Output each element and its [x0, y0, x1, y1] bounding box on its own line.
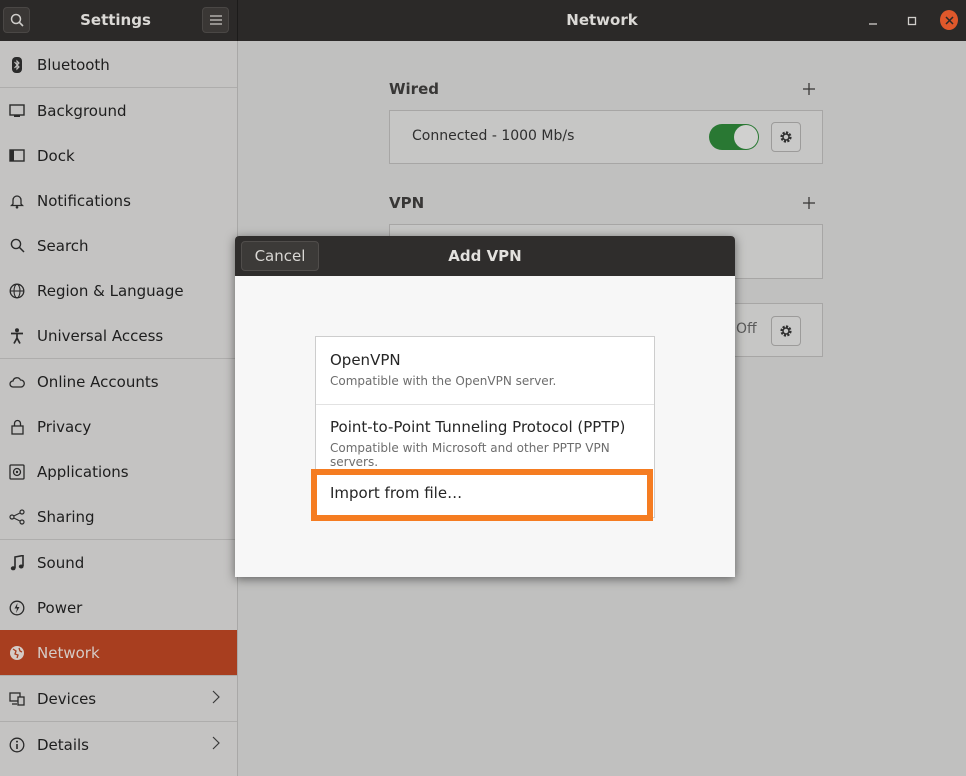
wired-status-text: Connected - 1000 Mb/s [412, 128, 575, 144]
add-wired-button[interactable] [803, 78, 815, 98]
search-icon [9, 238, 25, 254]
sidebar-item-details[interactable]: Details [0, 722, 237, 767]
chevron-right-icon [212, 690, 220, 704]
proxy-settings-button[interactable] [771, 316, 801, 346]
gear-icon [780, 131, 792, 143]
sidebar-item-label: Details [37, 735, 90, 754]
sidebar-header: Settings [0, 0, 238, 41]
sidebar-item-region-language[interactable]: Region & Language [0, 268, 237, 313]
cancel-button[interactable]: Cancel [241, 241, 319, 271]
title-bar: Settings Network [0, 0, 966, 41]
vpn-option-import-from-file[interactable]: Import from file… [311, 469, 653, 521]
maximize-button[interactable] [903, 12, 921, 30]
app-title: Settings [80, 11, 151, 29]
vpn-option-openvpn[interactable]: OpenVPN Compatible with the OpenVPN serv… [316, 337, 654, 404]
sidebar-item-universal-access[interactable]: Universal Access [0, 313, 237, 358]
wired-settings-button[interactable] [771, 122, 801, 152]
chevron-right-icon [212, 736, 220, 750]
close-button[interactable] [940, 10, 958, 30]
accessibility-icon [9, 327, 25, 344]
hamburger-icon [209, 15, 222, 25]
sidebar-item-label: Online Accounts [37, 372, 159, 391]
applications-icon [9, 463, 25, 480]
music-note-icon [9, 554, 25, 571]
sidebar-item-label: Sound [37, 553, 85, 572]
sidebar-item-label: Notifications [37, 191, 131, 210]
sidebar-item-notifications[interactable]: Notifications [0, 178, 237, 223]
dock-icon [9, 148, 25, 164]
option-subtitle: Compatible with the OpenVPN server. [330, 374, 557, 388]
bell-icon [9, 193, 25, 209]
wired-toggle[interactable] [709, 124, 759, 150]
close-icon [944, 15, 954, 25]
sidebar-item-label: Sharing [37, 507, 95, 526]
sidebar-item-label: Region & Language [37, 281, 184, 300]
sidebar-item-sharing[interactable]: Sharing [0, 494, 237, 539]
minimize-icon [869, 23, 877, 25]
sidebar-item-power[interactable]: Power [0, 585, 237, 630]
option-title: Import from file… [330, 484, 463, 502]
sidebar-item-label: Power [37, 598, 83, 617]
panel-title: Network [566, 11, 638, 29]
add-vpn-button[interactable] [803, 192, 815, 212]
sidebar-item-applications[interactable]: Applications [0, 449, 237, 494]
sidebar-item-label: Privacy [37, 417, 92, 436]
sidebar-item-label: Universal Access [37, 326, 164, 345]
minimize-button[interactable] [864, 12, 882, 30]
bluetooth-icon [9, 56, 25, 73]
lock-icon [9, 419, 25, 435]
option-title: OpenVPN [330, 351, 401, 369]
sidebar-item-search[interactable]: Search [0, 223, 237, 268]
sidebar-item-bluetooth[interactable]: Bluetooth [0, 42, 237, 87]
wired-connection-card: Connected - 1000 Mb/s [389, 110, 823, 164]
share-icon [9, 508, 25, 525]
proxy-status-text: Off [736, 321, 757, 337]
option-title: Point-to-Point Tunneling Protocol (PPTP) [330, 418, 626, 436]
option-subtitle: Compatible with Microsoft and other PPTP… [330, 441, 610, 469]
vpn-option-pptp[interactable]: Point-to-Point Tunneling Protocol (PPTP)… [316, 405, 654, 470]
cloud-icon [9, 374, 25, 390]
sidebar-item-label: Search [37, 236, 89, 255]
sidebar-item-network[interactable]: Network [0, 630, 237, 675]
menu-button[interactable] [202, 7, 229, 33]
dialog-header: Add VPN Cancel [235, 236, 735, 276]
plus-icon [803, 197, 815, 209]
background-icon [9, 103, 25, 119]
devices-icon [9, 691, 25, 707]
sidebar-item-sound[interactable]: Sound [0, 540, 237, 585]
power-icon [9, 600, 25, 616]
sidebar: Bluetooth Background Dock Notifications … [0, 41, 238, 776]
sidebar-item-background[interactable]: Background [0, 88, 237, 133]
sidebar-item-dock[interactable]: Dock [0, 133, 237, 178]
sidebar-item-online-accounts[interactable]: Online Accounts [0, 359, 237, 404]
sidebar-item-label: Background [37, 101, 127, 120]
globe-icon [9, 283, 25, 299]
network-icon [9, 645, 25, 661]
sidebar-item-label: Bluetooth [37, 55, 110, 74]
wired-section-title: Wired [389, 80, 439, 98]
sidebar-item-label: Dock [37, 146, 75, 165]
sidebar-item-label: Applications [37, 462, 129, 481]
maximize-icon [907, 16, 917, 26]
toggle-knob [734, 125, 758, 149]
sidebar-item-label: Devices [37, 689, 97, 708]
gear-icon [780, 325, 792, 337]
sidebar-item-devices[interactable]: Devices [0, 676, 237, 721]
info-icon [9, 737, 25, 753]
add-vpn-dialog: Add VPN Cancel OpenVPN Compatible with t… [235, 236, 735, 577]
vpn-section-title: VPN [389, 194, 425, 212]
sidebar-item-privacy[interactable]: Privacy [0, 404, 237, 449]
sidebar-item-label: Network [37, 643, 100, 662]
plus-icon [803, 83, 815, 95]
